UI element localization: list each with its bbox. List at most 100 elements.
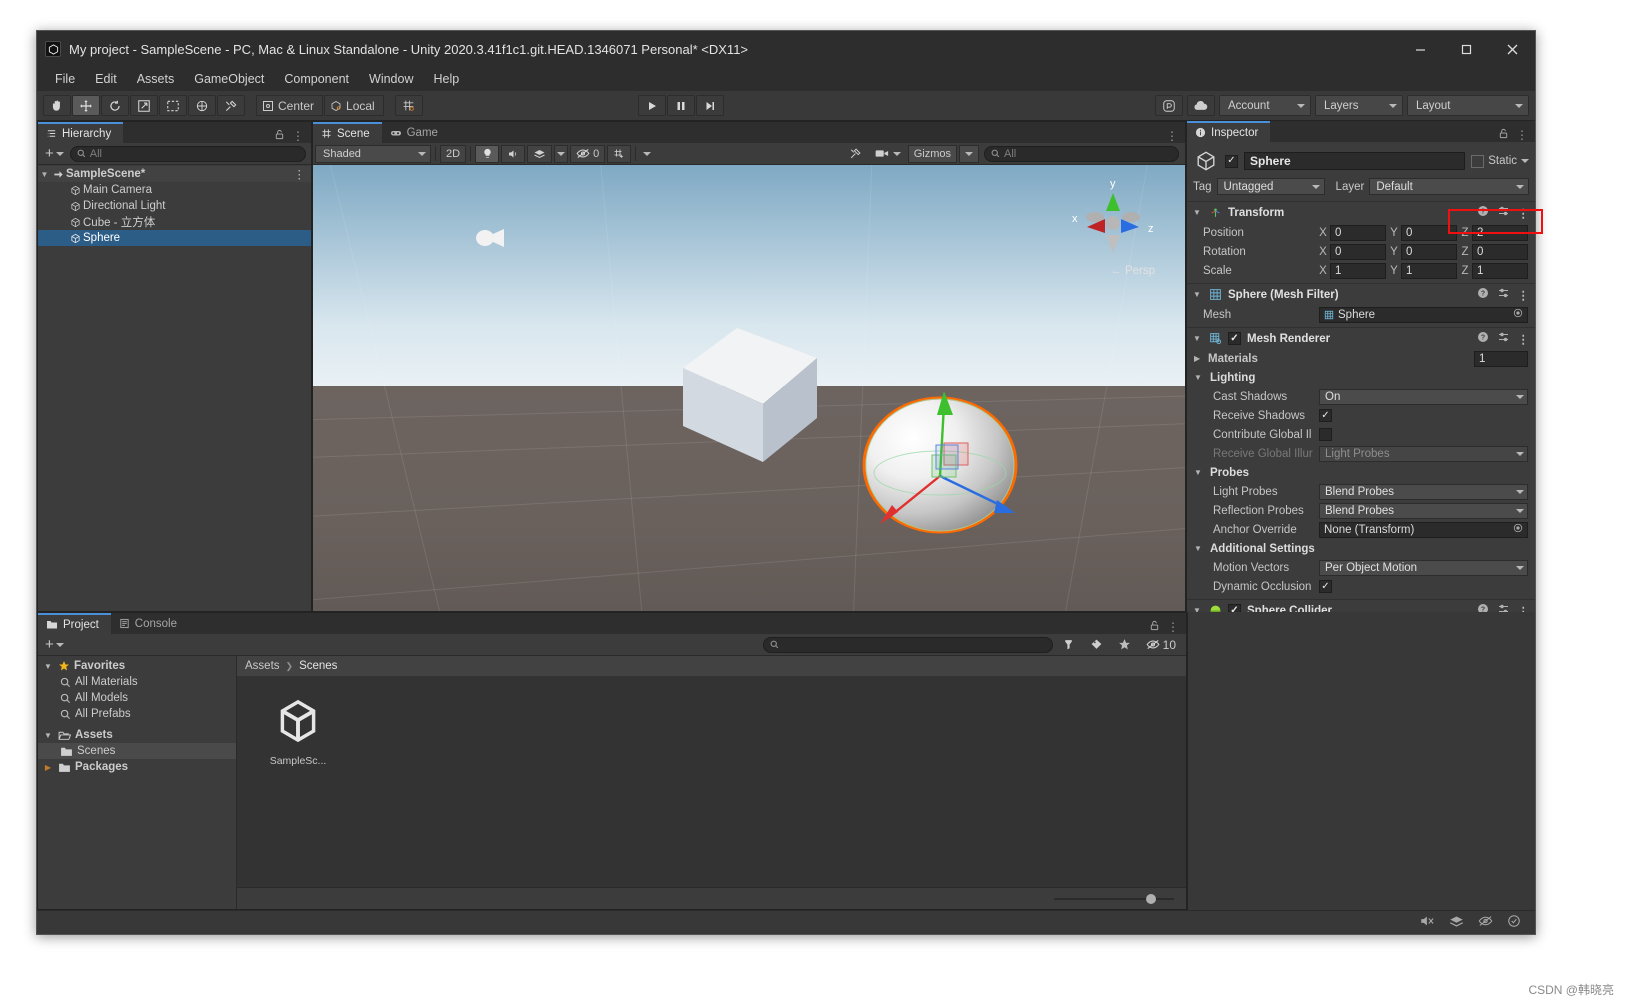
progress-status-icon[interactable]	[1507, 914, 1521, 931]
static-checkbox[interactable]	[1471, 154, 1485, 168]
materials-foldout-row[interactable]: ▶ Materials 1	[1187, 349, 1535, 368]
position-y[interactable]: Y0	[1390, 224, 1457, 241]
minimize-button[interactable]	[1397, 31, 1443, 67]
close-button[interactable]	[1489, 31, 1535, 67]
project-tree-favorites[interactable]: ▼ Favorites	[38, 658, 236, 674]
hierarchy-add-button[interactable]: +	[43, 146, 66, 161]
custom-tool-button[interactable]	[217, 95, 245, 116]
scale-x[interactable]: X1	[1319, 262, 1386, 279]
preset-icon[interactable]	[1497, 205, 1510, 220]
menu-item-edit[interactable]: Edit	[85, 70, 127, 88]
lock-icon[interactable]	[1498, 128, 1509, 142]
help-icon[interactable]: ?	[1477, 331, 1489, 346]
rect-tool-button[interactable]	[159, 95, 187, 116]
scene-menu-icon[interactable]: ⋮	[1166, 129, 1178, 143]
scene-tools-button[interactable]	[844, 145, 868, 163]
chevron-down-icon[interactable]: ▼	[1193, 208, 1203, 217]
project-visibility-toggle[interactable]: 10	[1141, 636, 1181, 654]
move-tool-button[interactable]	[72, 95, 100, 116]
scene-grid-toggle[interactable]	[607, 144, 632, 163]
scene-lighting-toggle[interactable]	[475, 144, 500, 163]
snap-settings-button[interactable]	[394, 95, 423, 116]
component-header-transform[interactable]: ▼ Transform ? ⋮	[1187, 202, 1535, 223]
hand-tool-button[interactable]	[43, 95, 71, 116]
position-x[interactable]: X0	[1319, 224, 1386, 241]
project-menu-icon[interactable]: ⋮	[1167, 620, 1179, 634]
project-tree-all-models[interactable]: All Models	[38, 690, 236, 706]
chevron-down-icon[interactable]: ▼	[1193, 290, 1203, 299]
tab-hierarchy[interactable]: Hierarchy	[38, 122, 124, 143]
gizmos-button[interactable]: Gizmos	[907, 144, 957, 163]
scale-y[interactable]: Y1	[1390, 262, 1457, 279]
tab-game[interactable]: Game	[381, 122, 450, 143]
component-menu-icon[interactable]: ⋮	[1518, 604, 1530, 613]
rotation-x-input[interactable]: 0	[1330, 243, 1386, 260]
gizmos-dropdown[interactable]	[959, 144, 979, 163]
chevron-down-icon[interactable]: ▼	[1194, 373, 1204, 382]
hierarchy-item-sphere[interactable]: Sphere	[38, 230, 311, 246]
object-name-input[interactable]: Sphere	[1244, 152, 1466, 170]
breadcrumb-scenes[interactable]: Scenes	[299, 660, 337, 672]
tab-scene[interactable]: Scene	[313, 122, 382, 143]
maximize-button[interactable]	[1443, 31, 1489, 67]
preset-icon[interactable]	[1497, 287, 1510, 302]
object-enabled-checkbox[interactable]: ✓	[1225, 154, 1238, 168]
lighting-section-header[interactable]: ▼ Lighting	[1187, 368, 1535, 387]
hierarchy-search-input[interactable]: All	[69, 145, 306, 162]
layers-status-icon[interactable]	[1449, 915, 1464, 931]
static-toggle[interactable]: Static	[1471, 154, 1529, 168]
chevron-down-icon[interactable]: ▼	[42, 731, 54, 740]
component-menu-icon[interactable]: ⋮	[1518, 288, 1530, 302]
scale-y-input[interactable]: 1	[1401, 262, 1457, 279]
preset-icon[interactable]	[1497, 603, 1510, 612]
help-icon[interactable]: ?	[1477, 287, 1489, 302]
scene-fx-dropdown[interactable]	[554, 144, 569, 163]
cube-object[interactable]	[675, 320, 825, 470]
rotation-y[interactable]: Y0	[1390, 243, 1457, 260]
light-probes-dropdown[interactable]: Blend Probes	[1319, 483, 1528, 500]
menu-item-window[interactable]: Window	[359, 70, 423, 88]
chevron-down-icon[interactable]: ▼	[42, 662, 54, 671]
toggle-2d-button[interactable]: 2D	[440, 144, 467, 163]
filter-by-label-button[interactable]	[1085, 636, 1109, 654]
tab-project[interactable]: Project	[38, 613, 111, 634]
mesh-object-field[interactable]: Sphere	[1319, 306, 1528, 323]
project-tree-packages[interactable]: ▶ Packages	[38, 759, 236, 775]
chevron-down-icon[interactable]: ▼	[1194, 544, 1204, 553]
cast-shadows-dropdown[interactable]: On	[1319, 388, 1528, 405]
rotation-y-input[interactable]: 0	[1401, 243, 1457, 260]
hierarchy-item-cube[interactable]: Cube - 立方体	[38, 214, 311, 230]
menu-item-help[interactable]: Help	[423, 70, 469, 88]
draw-mode-dropdown[interactable]: Shaded	[315, 144, 431, 163]
play-button[interactable]	[638, 95, 667, 116]
component-header-mesh-filter[interactable]: ▼ Sphere (Mesh Filter) ? ⋮	[1187, 284, 1535, 305]
menu-item-file[interactable]: File	[45, 70, 85, 88]
probes-section-header[interactable]: ▼ Probes	[1187, 463, 1535, 482]
chevron-right-icon[interactable]: ▶	[42, 763, 54, 772]
favorites-button[interactable]	[1113, 636, 1137, 654]
scene-search-input[interactable]: All	[984, 145, 1179, 162]
anchor-override-field[interactable]: None (Transform)	[1319, 521, 1528, 538]
pivot-mode-button[interactable]: Center	[256, 95, 324, 116]
position-y-input[interactable]: 0	[1401, 224, 1457, 241]
breadcrumb-assets[interactable]: Assets	[245, 660, 280, 672]
chevron-down-icon[interactable]: ▼	[1193, 334, 1203, 343]
scale-z-input[interactable]: 1	[1472, 262, 1528, 279]
asset-size-slider-knob[interactable]	[1146, 893, 1156, 904]
chevron-down-icon[interactable]	[1521, 159, 1529, 163]
project-tree-all-prefabs[interactable]: All Prefabs	[38, 706, 236, 722]
hierarchy-item-main-camera[interactable]: Main Camera	[38, 182, 311, 198]
object-picker-icon[interactable]	[1513, 308, 1523, 321]
pause-button[interactable]	[667, 95, 696, 116]
project-tree-assets[interactable]: ▼ Assets	[38, 727, 236, 743]
materials-count-input[interactable]: 1	[1474, 350, 1528, 367]
project-tree-all-materials[interactable]: All Materials	[38, 674, 236, 690]
help-icon[interactable]: ?	[1477, 205, 1489, 220]
hierarchy-scene-menu-icon[interactable]: ⋮	[294, 167, 306, 181]
project-add-button[interactable]: +	[43, 637, 66, 652]
sphere-object[interactable]	[858, 383, 1023, 543]
hierarchy-menu-icon[interactable]: ⋮	[292, 129, 304, 143]
position-z[interactable]: Z2	[1461, 224, 1528, 241]
tab-inspector[interactable]: Inspector	[1187, 121, 1271, 142]
dynamic-occlusion-checkbox[interactable]: ✓	[1319, 580, 1332, 593]
